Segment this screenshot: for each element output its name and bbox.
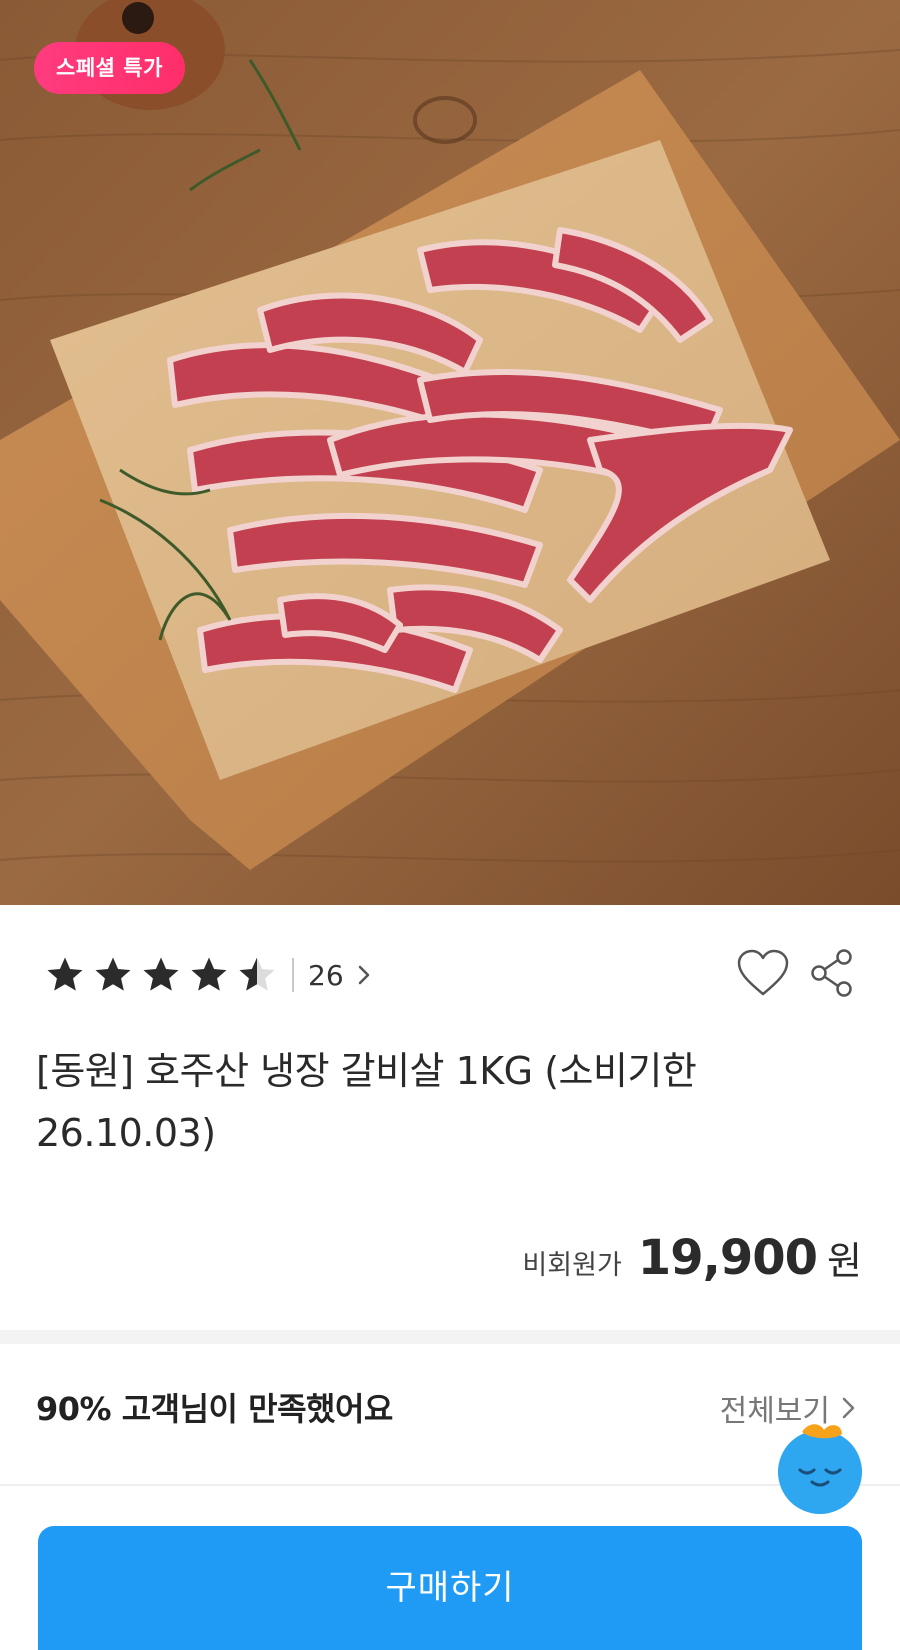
mascot-icon[interactable] bbox=[772, 1418, 868, 1514]
chatbot-mascot-icon[interactable] bbox=[772, 1418, 868, 1514]
product-actions bbox=[736, 948, 854, 998]
rating-divider bbox=[292, 958, 294, 992]
satisfaction-text: 90% 고객님이 만족했어요 bbox=[36, 1390, 393, 1428]
share-icon[interactable] bbox=[810, 948, 854, 998]
half-star-icon bbox=[239, 957, 275, 991]
rating-row[interactable]: 26 bbox=[44, 948, 372, 1002]
product-photo bbox=[0, 0, 900, 905]
heart-icon[interactable] bbox=[736, 948, 790, 998]
product-image: 스페셜 특가 bbox=[0, 0, 900, 905]
price-value: 19,900 bbox=[637, 1230, 818, 1286]
chevron-right-icon[interactable] bbox=[356, 963, 372, 987]
price-unit: 원 bbox=[827, 1239, 862, 1283]
price-row: 비회원가 19,900 원 bbox=[522, 1230, 862, 1286]
buy-button[interactable]: 구매하기 bbox=[38, 1526, 862, 1650]
review-count[interactable]: 26 bbox=[308, 959, 344, 992]
star-icon bbox=[191, 957, 227, 991]
section-divider bbox=[0, 1330, 900, 1344]
star-icon bbox=[47, 957, 83, 991]
star-icon bbox=[95, 957, 131, 991]
special-deal-badge: 스페셜 특가 bbox=[34, 42, 185, 94]
star-icon bbox=[143, 957, 179, 991]
star-rating bbox=[44, 954, 278, 996]
price-label: 비회원가 bbox=[522, 1250, 622, 1281]
product-title: [동원] 호주산 냉장 갈비살 1KG (소비기한 26.10.03) bbox=[36, 1049, 697, 1155]
divider bbox=[0, 1484, 900, 1486]
